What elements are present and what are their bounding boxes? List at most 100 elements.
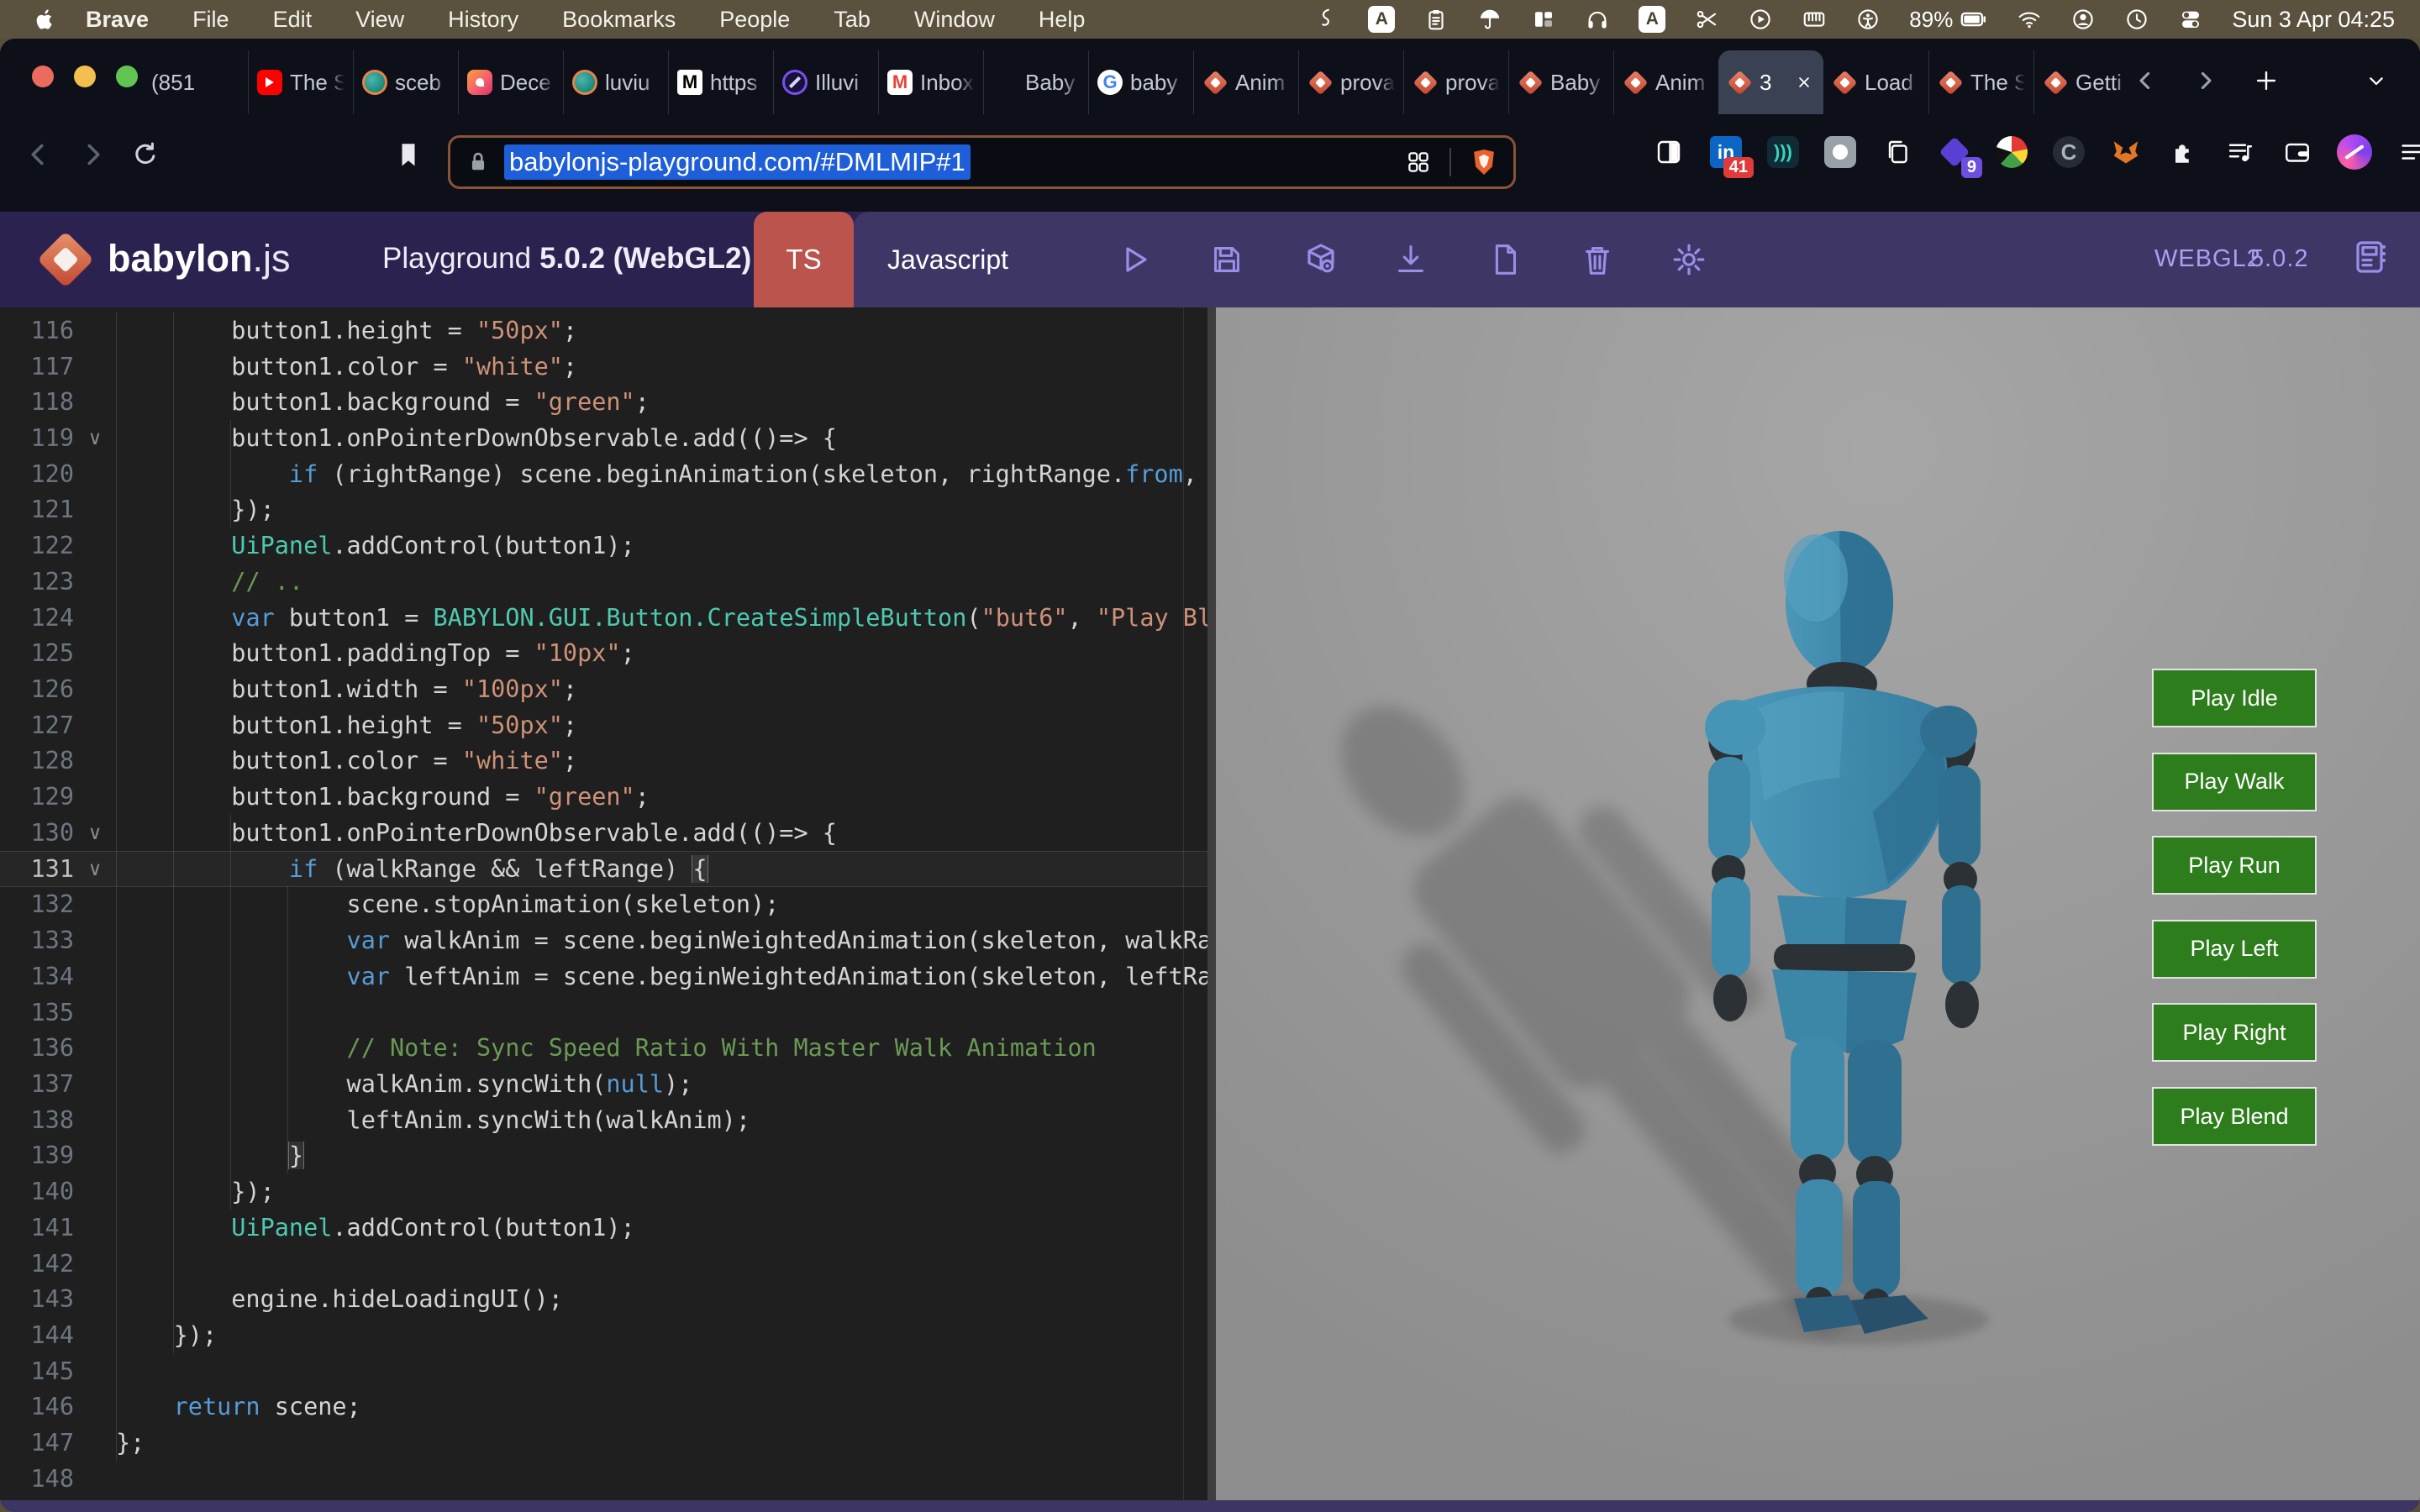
code-line[interactable]: 139 } (0, 1138, 1207, 1174)
scene-button-play-left[interactable]: Play Left (2152, 920, 2317, 979)
fullscreen-window-button[interactable] (116, 66, 138, 87)
code-line[interactable]: 138 leftAnim.syncWith(walkAnim); (0, 1102, 1207, 1138)
docs-icon[interactable] (2162, 1509, 2196, 1512)
render-canvas[interactable]: Play Idle Play Walk Play Run Play Left Play … (1216, 307, 2420, 1500)
search-icon[interactable] (2229, 1509, 2263, 1512)
code-line[interactable]: 127 button1.height = "50px"; (0, 707, 1207, 743)
browser-tab[interactable]: Anim (1613, 50, 1718, 114)
browser-tab[interactable]: Dece (458, 50, 563, 114)
tab-scroll-right-icon[interactable] (2191, 66, 2220, 99)
scene-button-play-right[interactable]: Play Right (2152, 1003, 2317, 1062)
javascript-toggle[interactable]: Javascript (887, 212, 1008, 307)
new-file-button[interactable] (1485, 239, 1525, 280)
scissors-icon[interactable] (1694, 7, 1719, 32)
menu-item-window[interactable]: Window (914, 7, 995, 33)
new-tab-button[interactable] (2252, 66, 2281, 99)
menu-item-tab[interactable]: Tab (834, 7, 871, 33)
extension-sidebar-icon[interactable] (1651, 134, 1686, 170)
code-line[interactable]: 132 scene.stopAnimation(skeleton); (0, 887, 1207, 923)
menu-item-history[interactable]: History (448, 7, 518, 33)
umbrella-icon[interactable] (1477, 7, 1502, 32)
browser-tab[interactable]: Baby (1508, 50, 1613, 114)
a-app-icon[interactable]: A (1368, 6, 1395, 33)
browser-tab[interactable]: Illuvi (773, 50, 878, 114)
close-window-button[interactable] (32, 66, 54, 87)
grid-icon[interactable] (1404, 148, 1433, 176)
examples-button[interactable] (2349, 237, 2390, 277)
code-line[interactable]: 147}; (0, 1425, 1207, 1461)
minimize-window-button[interactable] (74, 66, 96, 87)
browser-tab[interactable]: prova (1298, 50, 1403, 114)
browser-tab[interactable]: The S (248, 50, 353, 114)
code-line[interactable]: 120 if (rightRange) scene.beginAnimation… (0, 456, 1207, 492)
forward-button[interactable] (77, 139, 108, 174)
settings-button[interactable] (1669, 239, 1709, 280)
scene-button-play-idle[interactable]: Play Idle (2152, 669, 2317, 727)
extension-wave-icon[interactable]: ))) (1765, 134, 1801, 170)
browser-tab[interactable]: prova (1403, 50, 1508, 114)
inspector-button[interactable] (1301, 239, 1341, 280)
code-line[interactable]: 140 }); (0, 1173, 1207, 1210)
extension-wallet-icon[interactable] (2280, 134, 2315, 170)
browser-tab[interactable]: Baby (983, 50, 1088, 114)
browser-tab[interactable]: 3 (1718, 50, 1823, 114)
menu-item-brave[interactable]: Brave (86, 7, 149, 33)
run-button[interactable] (1114, 239, 1155, 280)
download-button[interactable] (1391, 239, 1431, 280)
battery-indicator[interactable]: 89% (1909, 5, 1988, 34)
menu-item-people[interactable]: People (719, 7, 790, 33)
extension-diamond-icon[interactable]: 9 (1937, 134, 1972, 170)
extension-c-circle-icon[interactable]: C (2051, 134, 2086, 170)
code-line[interactable]: 121 }); (0, 492, 1207, 528)
code-line[interactable]: 135 (0, 995, 1207, 1031)
code-line[interactable]: 122 UiPanel.addControl(button1); (0, 528, 1207, 564)
extension-menu-icon[interactable] (2394, 134, 2420, 170)
ink-icon[interactable] (1314, 7, 1339, 32)
extension-puzzle-icon[interactable] (2165, 134, 2201, 170)
scene-button-play-run[interactable]: Play Run (2152, 836, 2317, 895)
extension-colorwheel-icon[interactable] (1994, 134, 2029, 170)
browser-tab[interactable]: Getti (2033, 50, 2139, 114)
play-circle-icon[interactable] (1748, 7, 1773, 32)
accessibility-icon[interactable] (1855, 7, 1881, 32)
code-line[interactable]: 116 button1.height = "50px"; (0, 312, 1207, 349)
headphones-icon[interactable] (1585, 7, 1610, 32)
reload-button[interactable] (130, 139, 160, 174)
back-button[interactable] (24, 139, 54, 174)
pane-divider[interactable] (1207, 307, 1216, 1500)
code-line[interactable]: 134 var leftAnim = scene.beginWeightedAn… (0, 958, 1207, 995)
fold-arrow-icon[interactable]: ∨ (74, 822, 116, 844)
wifi-icon[interactable] (2017, 7, 2042, 32)
chat-icon[interactable] (2095, 1509, 2128, 1512)
browser-tab[interactable]: MInbox (878, 50, 983, 114)
menu-item-file[interactable]: File (192, 7, 229, 33)
code-line[interactable]: 119∨ button1.onPointerDownObservable.add… (0, 420, 1207, 456)
code-line[interactable]: 146 return scene; (0, 1389, 1207, 1425)
code-line[interactable]: 117 button1.color = "white"; (0, 349, 1207, 385)
bookmark-icon[interactable] (393, 139, 424, 174)
fold-arrow-icon[interactable]: ∨ (74, 858, 116, 880)
extension-camera-icon[interactable] (1823, 134, 1858, 170)
code-line[interactable]: 148 (0, 1461, 1207, 1497)
menu-item-edit[interactable]: Edit (273, 7, 313, 33)
clock-icon[interactable] (2124, 7, 2149, 32)
browser-tab[interactable]: luviu (563, 50, 668, 114)
code-line[interactable]: 130∨ button1.onPointerDownObservable.add… (0, 815, 1207, 851)
code-line[interactable]: 142 (0, 1246, 1207, 1282)
browser-tab[interactable]: Load (1823, 50, 1928, 114)
code-line[interactable]: 125 button1.paddingTop = "10px"; (0, 635, 1207, 671)
tab-close-icon[interactable] (1793, 71, 1815, 93)
code-line[interactable]: 123 // .. (0, 564, 1207, 600)
code-line[interactable]: 145 (0, 1353, 1207, 1389)
fold-arrow-icon[interactable]: ∨ (74, 427, 116, 449)
browser-tab[interactable]: sceb (353, 50, 458, 114)
tab-scroll-left-icon[interactable] (2131, 66, 2160, 99)
extension-metamask-icon[interactable] (2108, 134, 2144, 170)
extension-playlist-icon[interactable] (2223, 134, 2258, 170)
clipboard-icon[interactable] (1423, 7, 1449, 32)
scene-button-play-walk[interactable]: Play Walk (2152, 753, 2317, 811)
toggles-icon[interactable] (2178, 7, 2203, 32)
tiles-icon[interactable] (1531, 7, 1556, 32)
browser-tab[interactable]: (851 (143, 50, 248, 114)
menu-item-help[interactable]: Help (1039, 7, 1086, 33)
